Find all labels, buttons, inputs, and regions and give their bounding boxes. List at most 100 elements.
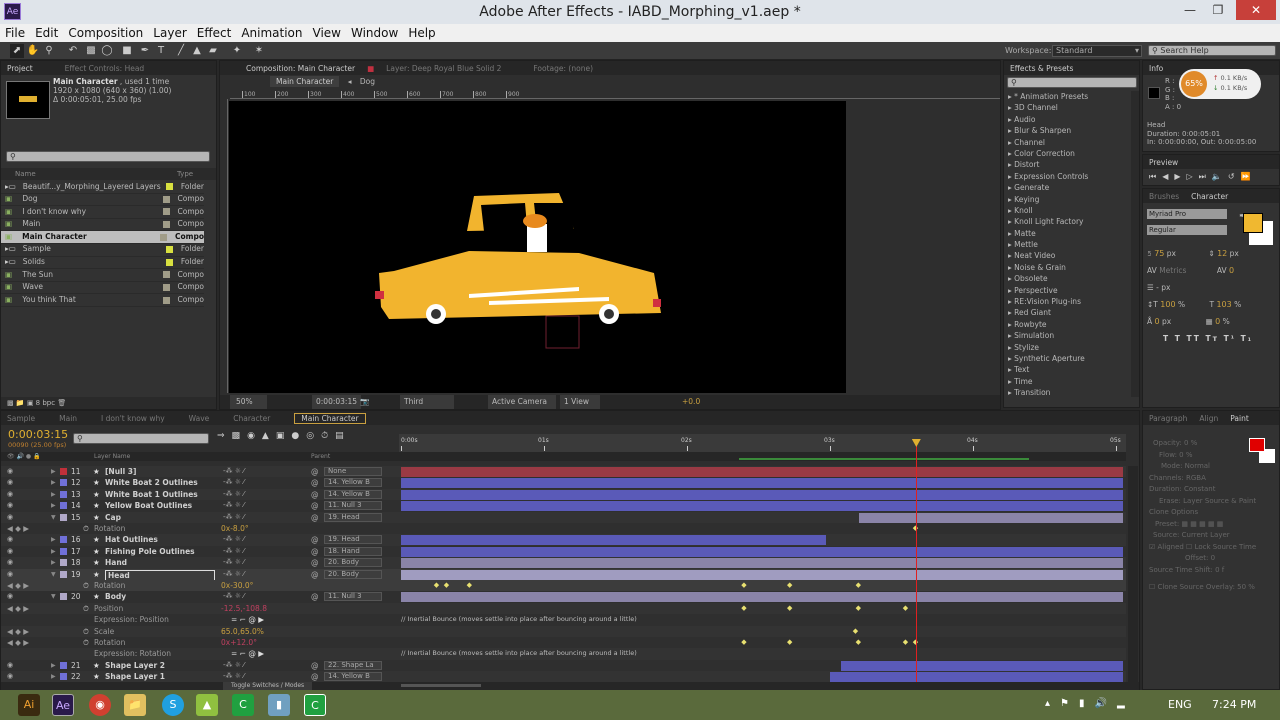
- layer-name[interactable]: White Boat 1 Outlines: [105, 489, 198, 500]
- layer-switches[interactable]: -⁂ ☼ ⁄: [223, 534, 244, 545]
- property-row[interactable]: ◀ ◆ ▶ ⏱ Scale 65.0,65.0% ◆: [1, 625, 1126, 637]
- parent-select[interactable]: 20. Body: [324, 558, 382, 568]
- menu-window[interactable]: Window: [351, 24, 398, 42]
- camtasia-recorder-taskbar-icon[interactable]: C: [304, 694, 326, 716]
- layer-switches[interactable]: -⁂ ☼ ⁄: [223, 489, 244, 500]
- layer-label-color[interactable]: [60, 673, 67, 681]
- faux-italic-button[interactable]: T: [1175, 334, 1182, 343]
- brush-tool-icon[interactable]: ╱: [174, 44, 188, 58]
- keyframe-icon[interactable]: ◆: [741, 637, 746, 648]
- breadcrumb-main-character[interactable]: Main Character: [270, 76, 340, 87]
- property-value[interactable]: 65.0,65.0%: [221, 626, 264, 637]
- effects-category[interactable]: ▸ Noise & Grain: [1004, 262, 1129, 273]
- shy-layers-icon[interactable]: ▲: [262, 431, 276, 441]
- timeline-timecode[interactable]: 0:00:03:15: [8, 428, 68, 441]
- keyframe-icon[interactable]: ◆: [903, 637, 908, 648]
- leading-value[interactable]: 12: [1217, 249, 1227, 258]
- workspace-select[interactable]: Standard ▾: [1052, 45, 1142, 57]
- file-explorer-taskbar-icon[interactable]: 📁: [124, 694, 146, 716]
- new-folder-icon[interactable]: 📁: [16, 399, 25, 407]
- stopwatch-icon[interactable]: ⏱: [83, 637, 89, 648]
- stopwatch-icon[interactable]: ⏱: [83, 603, 89, 614]
- label-color-swatch[interactable]: [162, 221, 170, 229]
- visibility-eye-icon[interactable]: ◉: [7, 512, 13, 523]
- layer-duration-bar[interactable]: [401, 478, 1124, 489]
- twirl-closed-icon[interactable]: ▶: [51, 500, 56, 511]
- after-effects-taskbar-icon[interactable]: Ae: [52, 694, 74, 716]
- layer-switches[interactable]: -⁂ ☼ ⁄: [223, 557, 244, 568]
- twirl-closed-icon[interactable]: ▶: [51, 671, 56, 682]
- effects-category[interactable]: ▸ Time: [1004, 376, 1129, 387]
- timeline-scrollbar[interactable]: [1128, 466, 1138, 682]
- layer-name[interactable]: Hat Outlines: [105, 534, 158, 545]
- effects-category[interactable]: ▸ Blur & Sharpen: [1004, 125, 1129, 136]
- keyframe-icon[interactable]: ◆: [787, 637, 792, 648]
- parent-select[interactable]: 19. Head: [324, 535, 382, 545]
- snapshot-icon[interactable]: 📷: [360, 395, 369, 409]
- effects-category[interactable]: ▸ Transition: [1004, 387, 1129, 398]
- menu-view[interactable]: View: [313, 24, 341, 42]
- paint-channels-select[interactable]: RGBA: [1186, 474, 1206, 482]
- layer-duration-bar[interactable]: [401, 535, 826, 546]
- volume-icon[interactable]: 🔊: [1095, 698, 1117, 709]
- layer-row[interactable]: ◉ ▶ 11 ★ [Null 3] -⁂ ☼ ⁄ @ None: [1, 466, 1126, 478]
- timeline-search-input[interactable]: ⚲: [73, 433, 209, 444]
- parent-select[interactable]: 14. Yellow B: [324, 478, 382, 488]
- layer-label-color[interactable]: [60, 570, 67, 578]
- layer-row[interactable]: ◉ ▶ 16 ★ Hat Outlines -⁂ ☼ ⁄ @19. Head: [1, 534, 1126, 546]
- layer-duration-bar[interactable]: [858, 512, 1124, 523]
- camtasia-taskbar-icon[interactable]: C: [232, 694, 254, 716]
- keyframe-icon[interactable]: ◆: [787, 580, 792, 591]
- current-time-display[interactable]: 0:00:03:15: [312, 395, 361, 409]
- tab-align[interactable]: Align: [1199, 414, 1218, 423]
- tab-preview[interactable]: Preview: [1149, 158, 1178, 167]
- layer-row[interactable]: ◉ ▼ 20 ★ Body -⁂ ☼ ⁄ @11. Null 3: [1, 591, 1126, 603]
- effects-category[interactable]: ▸ Generate: [1004, 182, 1129, 193]
- layer-switches[interactable]: -⁂ ☼ ⁄: [223, 569, 244, 580]
- faux-bold-button[interactable]: T: [1163, 334, 1170, 343]
- keyframe-navigator[interactable]: ◀ ◆ ▶: [7, 626, 29, 637]
- tab-paragraph[interactable]: Paragraph: [1149, 414, 1187, 423]
- graph-editor-icon[interactable]: ▤: [335, 431, 351, 441]
- pick-whip-icon[interactable]: @: [311, 512, 319, 523]
- effects-category[interactable]: ▸ Obsolete: [1004, 273, 1129, 284]
- menu-edit[interactable]: Edit: [35, 24, 58, 42]
- paint-opacity[interactable]: Opacity: 0 %: [1149, 438, 1256, 450]
- effects-category[interactable]: ▸ * Animation Presets: [1004, 91, 1129, 102]
- rotate-tool-icon[interactable]: ↶: [66, 44, 80, 58]
- project-item[interactable]: ▣ I don't know why Compo: [1, 206, 204, 219]
- camera-select[interactable]: Active Camera: [488, 395, 556, 409]
- keyframe-icon[interactable]: ◆: [741, 580, 746, 591]
- aligned-checkbox[interactable]: Aligned: [1158, 543, 1184, 551]
- twirl-closed-icon[interactable]: ▶: [51, 466, 56, 477]
- visibility-eye-icon[interactable]: ◉: [7, 477, 13, 488]
- pick-whip-icon[interactable]: @: [311, 546, 319, 557]
- draft-3d-icon[interactable]: ◉: [247, 431, 262, 441]
- stopwatch-icon[interactable]: ⏱: [83, 580, 89, 591]
- tab-i-dont-know-why[interactable]: I don't know why: [101, 414, 165, 423]
- label-color-swatch[interactable]: [162, 271, 170, 279]
- layer-switches[interactable]: -⁂ ☼ ⁄: [223, 671, 244, 682]
- expression-controls-icons[interactable]: = ⌐ @ ▶: [231, 648, 264, 659]
- subscript-button[interactable]: T₁: [1241, 334, 1253, 343]
- bpc-button[interactable]: 8 bpc: [36, 399, 55, 407]
- clock[interactable]: 7:24 PM: [1212, 698, 1256, 711]
- menu-layer[interactable]: Layer: [153, 24, 186, 42]
- exposure-value[interactable]: +0.0: [682, 395, 700, 409]
- effects-category[interactable]: ▸ Text: [1004, 364, 1129, 375]
- menu-animation[interactable]: Animation: [241, 24, 302, 42]
- property-value[interactable]: 0x-30.0°: [221, 580, 253, 591]
- play-icon[interactable]: ▶: [1174, 172, 1186, 181]
- expression-text[interactable]: // Inertial Bounce (moves settle into pl…: [401, 648, 637, 659]
- hand-tool-icon[interactable]: ✋: [26, 44, 40, 58]
- effects-category[interactable]: ▸ Matte: [1004, 228, 1129, 239]
- kerning-value[interactable]: Metrics: [1159, 266, 1186, 275]
- twirl-open-icon[interactable]: ▼: [51, 591, 56, 602]
- label-color-swatch[interactable]: [162, 195, 170, 203]
- tab-footage[interactable]: Footage: (none): [533, 64, 593, 73]
- layer-row[interactable]: ◉ ▶ 21 ★ Shape Layer 2 -⁂ ☼ ⁄ @22. Shape La: [1, 659, 1126, 672]
- layer-row[interactable]: ◉ ▶ 22 ★ Shape Layer 1 -⁂ ☼ ⁄ @14. Yellow B: [1, 671, 1126, 682]
- layer-duration-bar[interactable]: [401, 489, 1124, 500]
- tab-character[interactable]: Character: [233, 414, 270, 423]
- twirl-closed-icon[interactable]: ▶: [51, 557, 56, 568]
